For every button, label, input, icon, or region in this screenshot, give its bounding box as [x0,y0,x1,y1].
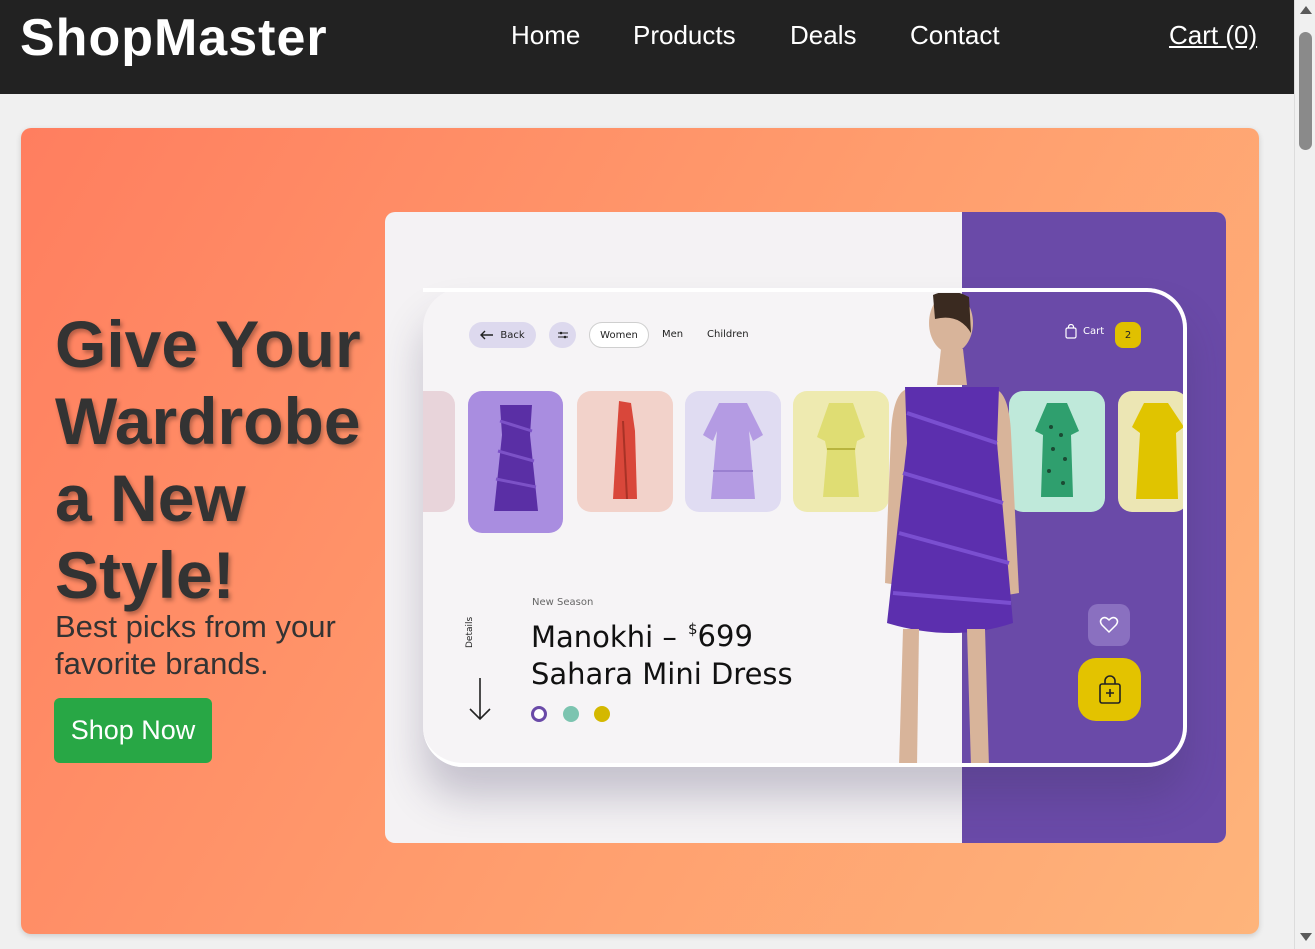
heart-icon [1099,616,1119,634]
product-card-selected [468,391,563,533]
dress-image [1035,403,1079,497]
nav-home-link[interactable]: Home [511,20,580,51]
scroll-up-arrow-icon[interactable] [1300,6,1312,14]
mockup-back-button: Back [469,322,536,348]
dress-image [613,401,637,500]
hero-subtitle: Best picks from your favorite brands. [55,609,336,681]
mockup-cart: Cart [1065,324,1104,339]
mockup-price-currency: $ [688,620,698,638]
mockup-tab-children: Children [707,329,749,340]
mockup-price: $699 [688,619,753,653]
vertical-scrollbar[interactable] [1294,0,1315,949]
color-swatch-yellow [594,706,610,722]
mockup-favorite-button [1088,604,1130,646]
main-nav: Home Products Deals Contact Cart (0) [0,20,1294,54]
mockup-product-name: Manokhi – Sahara Mini Dress [531,619,831,693]
product-card [1009,391,1105,512]
nav-deals-link[interactable]: Deals [790,20,856,51]
hero-image: Back Women Men Children Cart 2 New Seaso… [385,212,1226,843]
mockup-details-label: Details [465,616,475,648]
mockup-cart-label: Cart [1083,326,1105,337]
product-card [1118,391,1187,512]
shopping-bag-add-icon [1098,674,1121,704]
app-mockup-screen: Back Women Men Children Cart 2 New Seaso… [423,288,1187,767]
sliders-icon [557,331,568,339]
color-swatch-teal [563,706,579,722]
mockup-product-title: Sahara Mini Dress [531,657,793,691]
mockup-tab-women: Women [589,322,649,348]
shop-now-button[interactable]: Shop Now [54,698,212,763]
mockup-cart-count-badge: 2 [1115,322,1141,348]
mockup-tab-men: Men [662,329,684,340]
dress-image [703,403,763,499]
product-card [685,391,781,512]
mockup-season-label: New Season [532,597,594,608]
model-photo [885,293,1019,767]
dress-image [1132,403,1184,499]
scroll-down-arrow-icon[interactable] [1300,933,1312,941]
color-swatch-purple [531,706,547,722]
product-card [423,391,455,512]
mockup-filter-button [549,322,576,348]
mockup-back-label: Back [500,329,525,341]
mockup-add-to-bag-button [1078,658,1141,721]
arrow-down-icon [469,678,491,721]
top-nav-bar: ShopMaster Home Products Deals Contact C… [0,0,1294,94]
cart-link[interactable]: Cart (0) [1169,20,1257,51]
nav-contact-link[interactable]: Contact [910,20,1000,51]
scrollbar-thumb[interactable] [1299,32,1312,150]
product-card [577,391,673,512]
shopping-bag-icon [1065,324,1077,339]
mockup-product-brand: Manokhi – [531,620,677,654]
hero-banner: Give Your Wardrobe a New Style! Best pic… [21,128,1259,934]
hero-title: Give Your Wardrobe a New Style! [55,307,361,612]
mockup-price-value: 699 [697,619,753,653]
dress-image [494,405,538,511]
nav-products-link[interactable]: Products [633,20,736,51]
arrow-left-icon [480,330,494,340]
